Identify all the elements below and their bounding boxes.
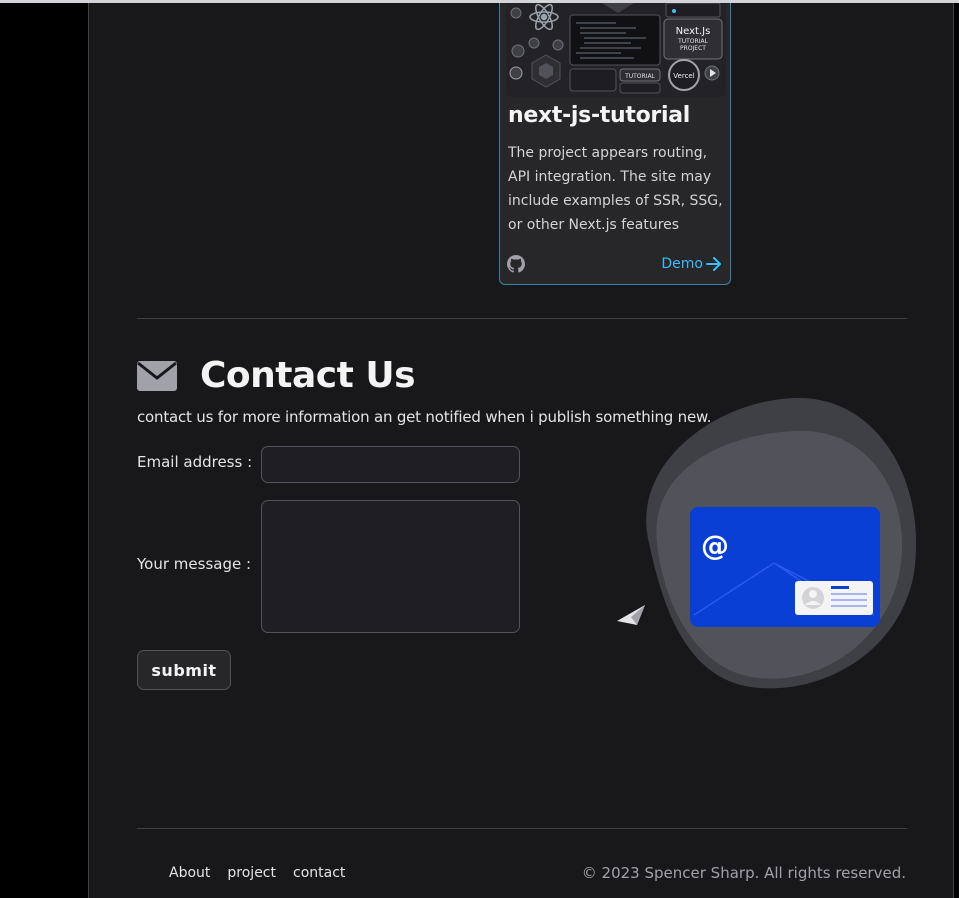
demo-link[interactable]: Demo — [661, 256, 722, 272]
project-description: The project appears routing, API integra… — [508, 145, 723, 233]
footer-nav: About project contact — [169, 865, 345, 881]
arrow-right-icon — [706, 257, 721, 271]
demo-label: Demo — [661, 256, 703, 272]
svg-text:TUTORIAL: TUTORIAL — [677, 38, 708, 45]
github-icon[interactable] — [507, 255, 525, 273]
contact-illustration: @ — [609, 393, 919, 693]
project-title: next-js-tutorial — [508, 103, 690, 128]
page-panel: TUTORIAL Next.Js TUTORIAL PROJECT Vercel… — [88, 3, 954, 898]
message-label: Your message : — [137, 555, 252, 573]
svg-text:Vercel: Vercel — [673, 72, 694, 80]
copyright-text: © 2023 Spencer Sharp. All rights reserve… — [581, 864, 906, 882]
email-label: Email address : — [137, 453, 253, 471]
footer-divider — [137, 828, 907, 829]
message-textarea[interactable] — [261, 500, 520, 633]
svg-text:PROJECT: PROJECT — [680, 45, 706, 52]
submit-button[interactable]: submit — [137, 650, 231, 690]
contact-heading: Contact Us — [137, 355, 416, 396]
footer-link-project[interactable]: project — [227, 865, 276, 881]
footer-link-about[interactable]: About — [169, 865, 210, 881]
svg-text:Next.Js: Next.Js — [676, 26, 711, 37]
project-thumbnail: TUTORIAL Next.Js TUTORIAL PROJECT Vercel — [506, 3, 726, 97]
svg-text:TUTORIAL: TUTORIAL — [624, 73, 655, 80]
email-field[interactable] — [261, 446, 520, 483]
contact-title: Contact Us — [200, 355, 416, 396]
project-card[interactable]: TUTORIAL Next.Js TUTORIAL PROJECT Vercel… — [499, 3, 731, 285]
at-symbol-icon: @ — [701, 529, 729, 562]
footer-link-contact[interactable]: contact — [293, 865, 345, 881]
section-divider — [137, 318, 907, 319]
envelope-icon — [137, 360, 177, 391]
